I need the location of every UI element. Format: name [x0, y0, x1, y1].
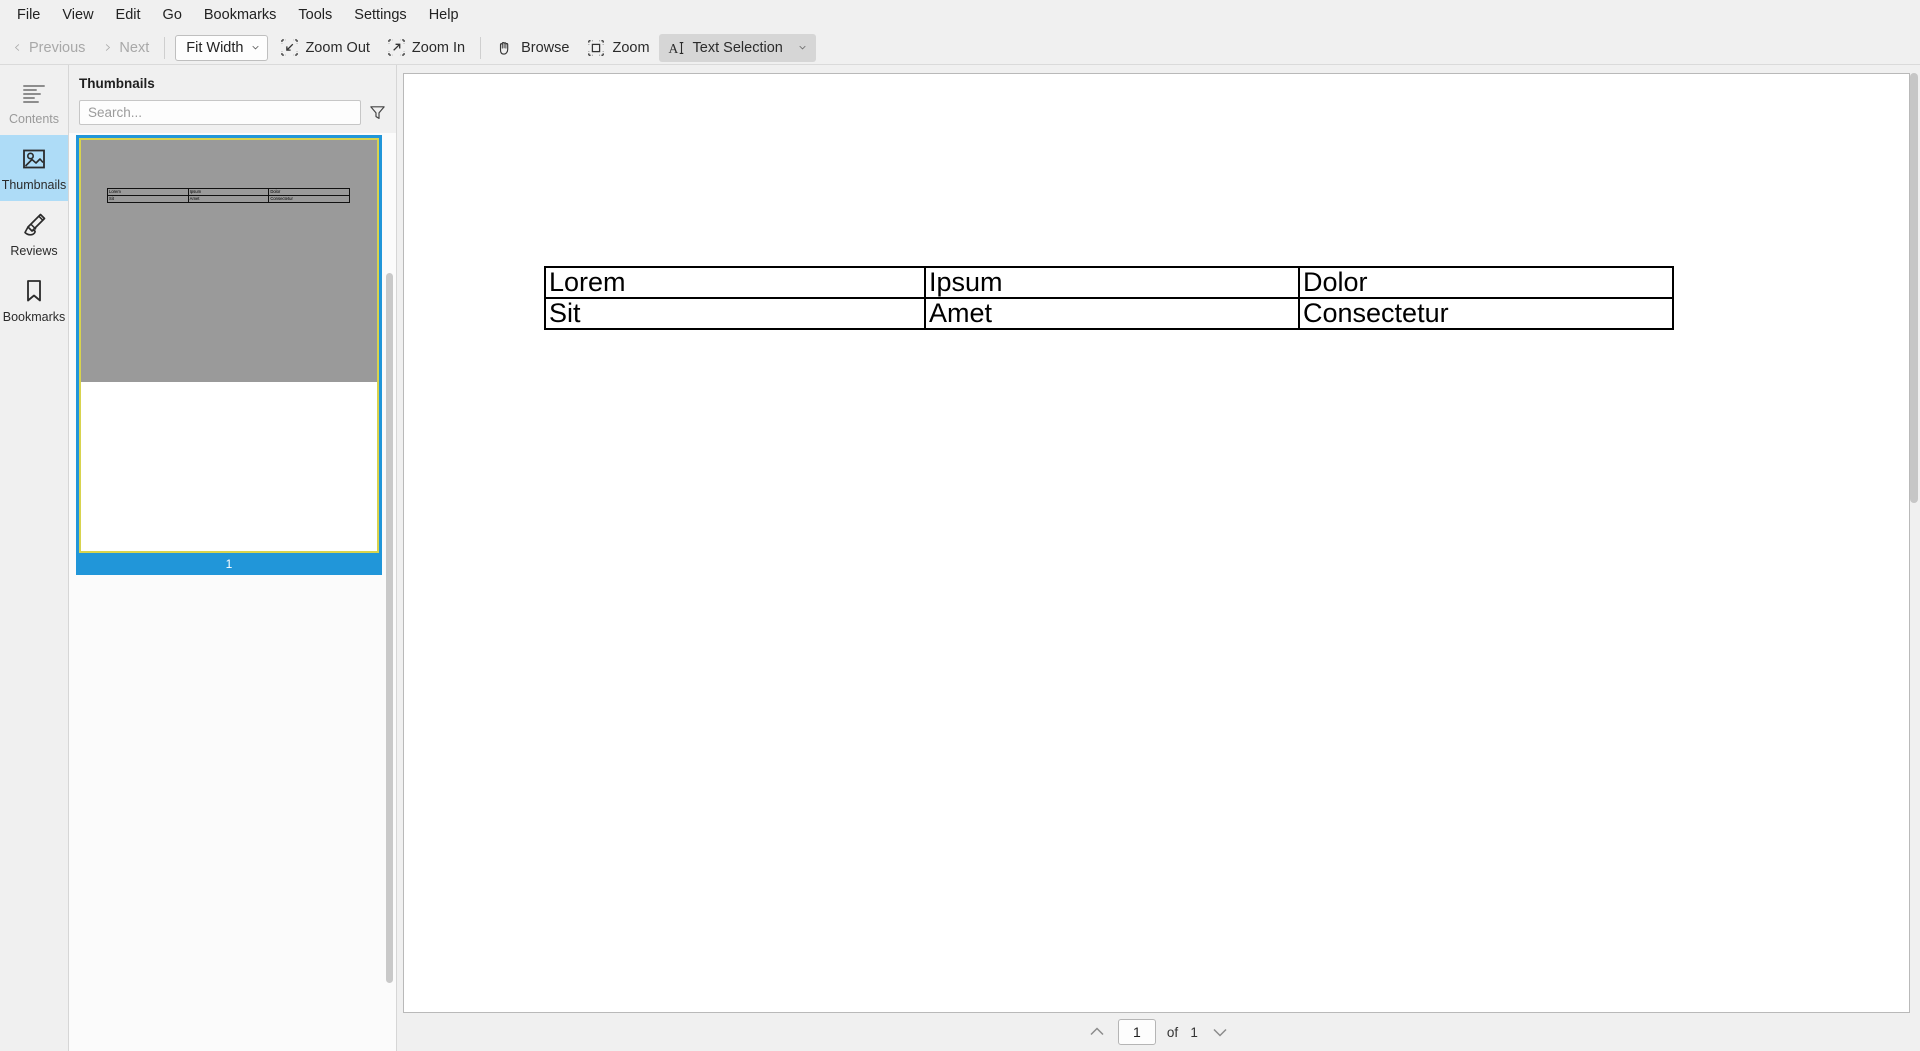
zoom-out-icon [281, 39, 299, 56]
thumbnails-panel: Thumbnails Lorem Ipsum Dolor [69, 65, 397, 1051]
sidebar-item-bookmarks[interactable]: Bookmarks [0, 267, 68, 333]
thumbnail-shaded-area [81, 140, 377, 382]
document-page[interactable]: Lorem Ipsum Dolor Sit Amet Consectetur [403, 73, 1910, 1013]
page-number-value: 1 [1132, 1024, 1141, 1040]
zoom-in-button[interactable]: Zoom In [379, 34, 474, 62]
zoom-mode-value: Fit Width [186, 39, 244, 56]
thumbnail-item-1[interactable]: Lorem Ipsum Dolor Sit Amet Consectetur 1 [76, 135, 382, 575]
sidebar-item-reviews-label: Reviews [10, 244, 58, 259]
zoom-in-icon [388, 39, 405, 56]
zoom-in-label: Zoom In [411, 39, 466, 56]
chevron-down-icon[interactable] [1210, 1022, 1230, 1042]
zoom-tool-button[interactable]: Zoom [578, 34, 658, 62]
menu-go[interactable]: Go [152, 4, 193, 27]
sidebar-item-thumbnails[interactable]: Thumbnails [0, 135, 68, 201]
thumbnail-page-preview: Lorem Ipsum Dolor Sit Amet Consectetur [79, 138, 379, 553]
table-row: Lorem Ipsum Dolor [544, 266, 1674, 299]
text-selection-label: Text Selection [692, 39, 783, 56]
zoom-tool-label: Zoom [612, 39, 650, 56]
mini-cell: Consectetur [268, 195, 350, 203]
viewer-vertical-scrollbar[interactable] [1910, 73, 1918, 889]
zoom-selection-icon [588, 39, 605, 56]
page-number-input[interactable]: 1 [1117, 1019, 1156, 1045]
total-pages-label: 1 [1190, 1024, 1198, 1040]
sidebar-item-thumbnails-label: Thumbnails [1, 178, 67, 193]
table-row: Sit Amet Consectetur [544, 297, 1674, 330]
table-cell[interactable]: Sit [544, 297, 926, 330]
menu-view[interactable]: View [51, 4, 104, 27]
table-cell[interactable]: Amet [924, 297, 1300, 330]
sidebar-item-contents-label: Contents [8, 112, 60, 127]
list-lines-icon [23, 85, 45, 104]
text-cursor-icon: A [668, 40, 683, 55]
zoom-mode-select[interactable]: Fit Width [175, 34, 269, 61]
previous-label: Previous [29, 39, 86, 56]
filter-funnel-icon[interactable] [369, 104, 386, 121]
mini-cell: Dolor [268, 188, 350, 196]
previous-page-button[interactable]: Previous [4, 34, 94, 62]
table-cell[interactable]: Lorem [544, 266, 926, 299]
mini-cell: Ipsum [187, 188, 270, 196]
chevron-left-icon [14, 44, 20, 51]
sidebar-item-bookmarks-label: Bookmarks [2, 310, 66, 325]
mini-cell: Sit [107, 195, 189, 203]
table-cell[interactable]: Consectetur [1298, 297, 1674, 330]
menu-tools[interactable]: Tools [287, 4, 343, 27]
thumbnails-panel-title: Thumbnails [69, 65, 396, 100]
chevron-down-icon [799, 45, 806, 50]
table-cell[interactable]: Ipsum [924, 266, 1300, 299]
thumbnail-mini-table: Lorem Ipsum Dolor Sit Amet Consectetur [107, 188, 350, 203]
workspace: Contents Thumbnails Reviews Bookmarks Th… [0, 65, 1920, 1051]
bookmark-ribbon-icon [27, 280, 41, 302]
table-row: Sit Amet Consectetur [107, 195, 350, 203]
menu-settings[interactable]: Settings [343, 4, 417, 27]
menu-bookmarks[interactable]: Bookmarks [193, 4, 288, 27]
thumbnails-scrollbar[interactable] [386, 273, 393, 983]
highlighter-pen-icon [24, 213, 46, 236]
hand-icon [500, 41, 509, 55]
scrollbar-thumb[interactable] [1910, 73, 1918, 503]
zoom-out-label: Zoom Out [305, 39, 370, 56]
browse-tool-button[interactable]: Browse [487, 34, 578, 62]
browse-label: Browse [521, 39, 570, 56]
main-toolbar: Previous Next Fit Width Zoom Out Zoom In… [0, 31, 1920, 65]
thumbnail-page-number: 1 [79, 553, 379, 575]
page-scroll-area: Lorem Ipsum Dolor Sit Amet Consectetur [397, 65, 1920, 1013]
pdf-viewer-window: File View Edit Go Bookmarks Tools Settin… [0, 0, 1920, 1051]
menu-edit[interactable]: Edit [105, 4, 152, 27]
page-of-label: of [1166, 1024, 1179, 1040]
chevron-up-icon[interactable] [1087, 1022, 1107, 1042]
mini-cell: Lorem [107, 188, 189, 196]
image-icon [23, 149, 45, 169]
chevron-down-icon [252, 45, 260, 50]
toolbar-separator-1 [164, 36, 166, 59]
svg-text:A: A [668, 40, 678, 55]
document-table: Lorem Ipsum Dolor Sit Amet Consectetur [544, 266, 1674, 330]
table-cell[interactable]: Dolor [1298, 266, 1674, 299]
sidebar-item-reviews[interactable]: Reviews [0, 201, 68, 267]
table-row: Lorem Ipsum Dolor [107, 188, 350, 196]
menu-help[interactable]: Help [418, 4, 470, 27]
toolbar-separator-2 [480, 36, 482, 59]
sidebar-rail: Contents Thumbnails Reviews Bookmarks [0, 65, 69, 1051]
next-page-button[interactable]: Next [94, 34, 158, 62]
thumbnails-search-row [69, 100, 396, 133]
menu-file[interactable]: File [6, 4, 51, 27]
zoom-out-button[interactable]: Zoom Out [272, 34, 378, 62]
thumbnails-list[interactable]: Lorem Ipsum Dolor Sit Amet Consectetur 1 [69, 133, 396, 1051]
chevron-right-icon [106, 44, 111, 51]
menu-bar: File View Edit Go Bookmarks Tools Settin… [0, 0, 1920, 31]
document-viewer: Lorem Ipsum Dolor Sit Amet Consectetur 1… [397, 65, 1920, 1051]
search-input[interactable] [79, 100, 361, 125]
next-label: Next [119, 39, 150, 56]
mini-cell: Amet [187, 195, 270, 203]
text-selection-tool-button[interactable]: A Text Selection [658, 33, 816, 62]
page-navigation-bar: 1 of 1 [397, 1013, 1920, 1051]
sidebar-item-contents[interactable]: Contents [0, 69, 68, 135]
